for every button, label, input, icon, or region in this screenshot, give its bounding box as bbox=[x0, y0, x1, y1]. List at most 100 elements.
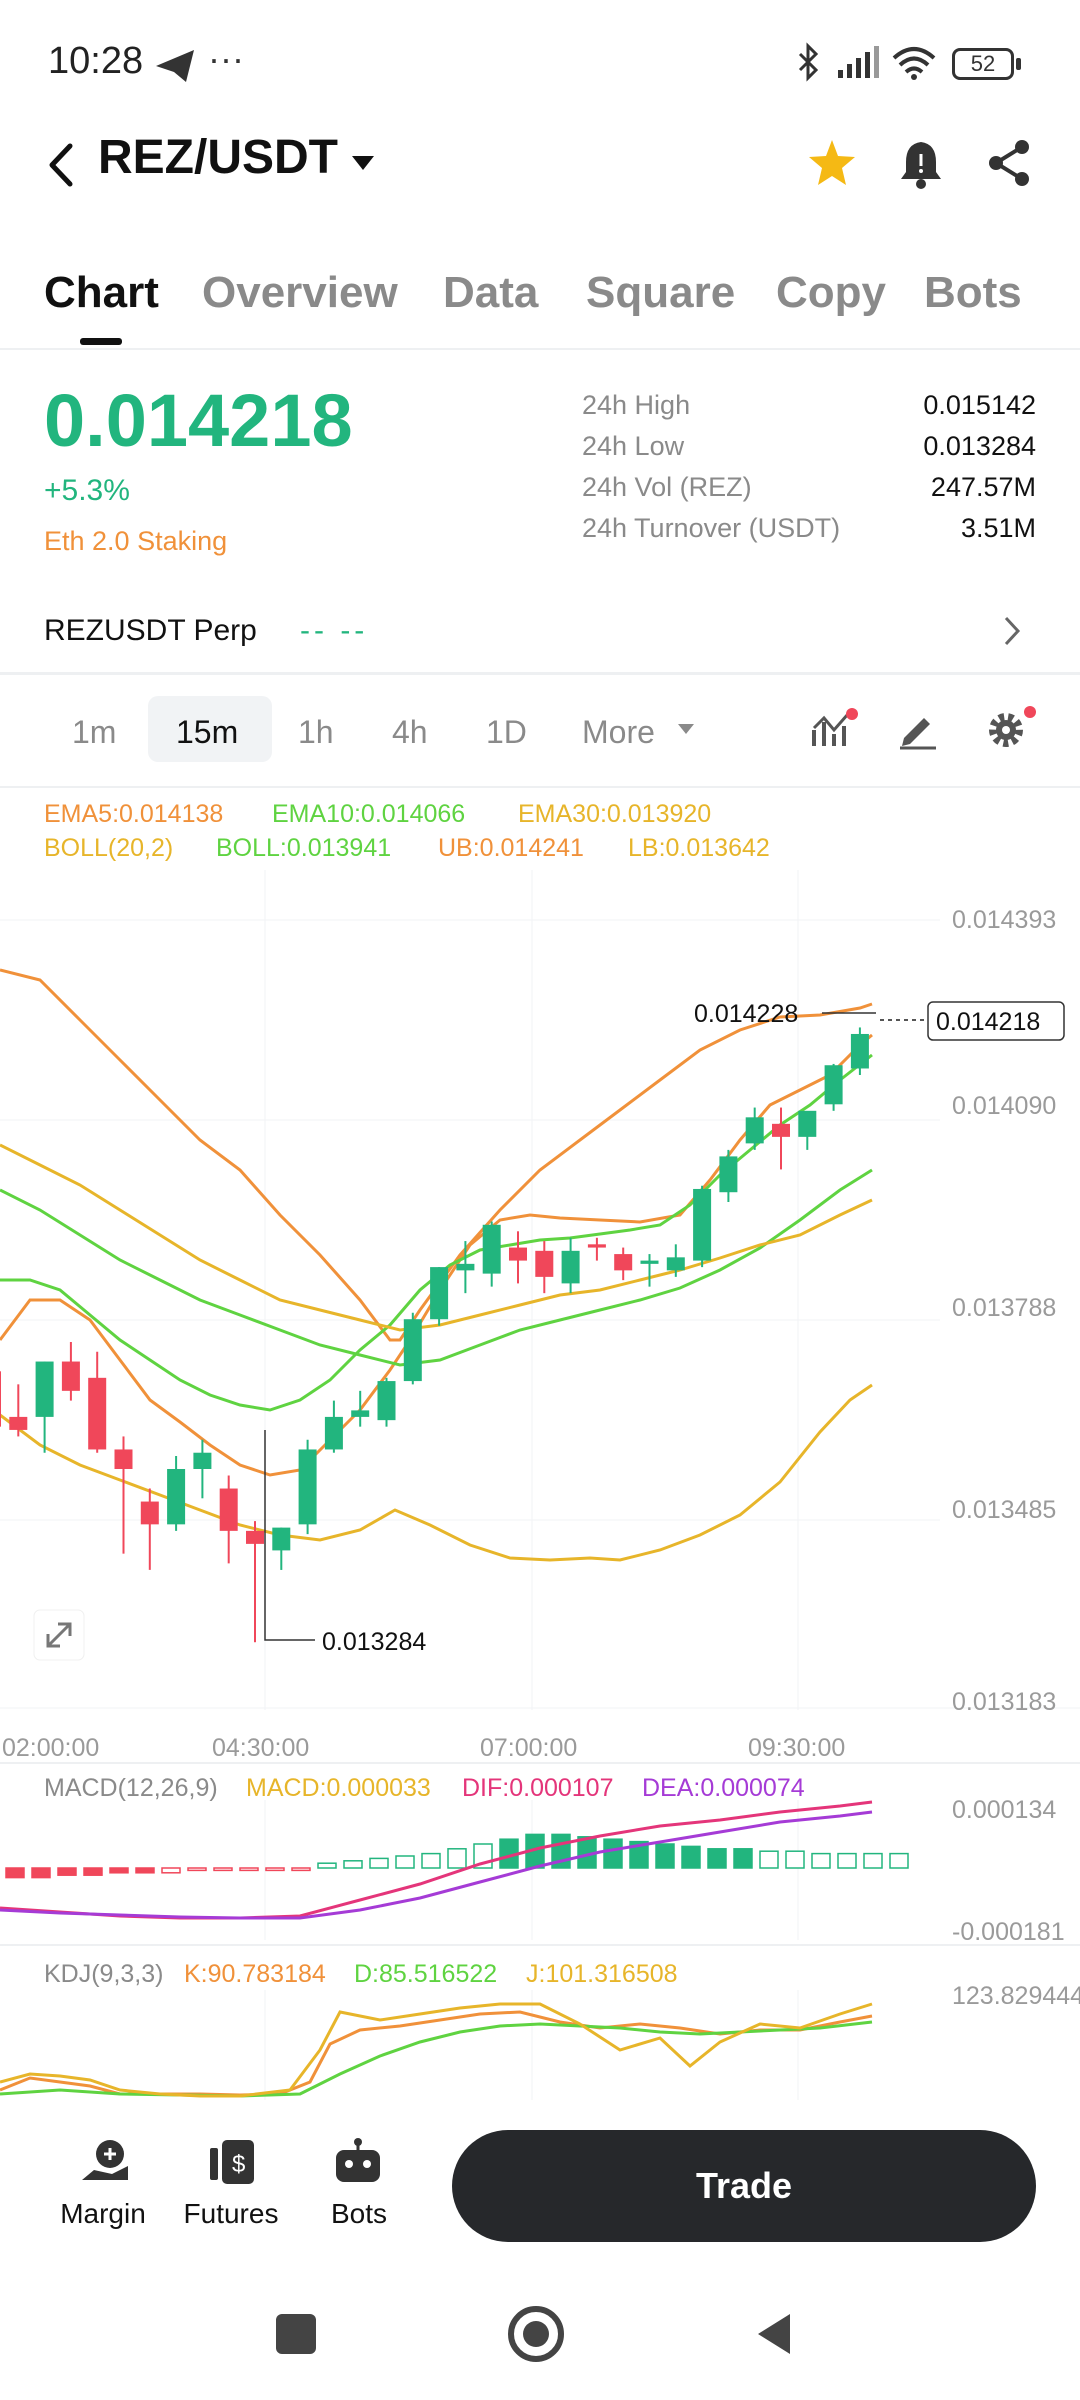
stat-label-24h-vol: 24h Vol (REZ) bbox=[582, 472, 752, 502]
boll-lower-line bbox=[0, 1383, 873, 1562]
x-tick-label: 09:30:00 bbox=[748, 1734, 846, 1762]
divider bbox=[0, 1944, 1080, 1946]
divider bbox=[0, 1762, 1080, 1764]
ema10-legend: EMA10:0.014066 bbox=[272, 800, 466, 828]
macd-histogram-bar bbox=[447, 1848, 467, 1869]
ema10-line bbox=[0, 1053, 873, 1412]
tab-chart[interactable]: Chart bbox=[44, 268, 159, 318]
divider bbox=[0, 786, 1080, 788]
trade-button[interactable]: Trade bbox=[452, 2130, 1036, 2242]
boll-params-legend: BOLL(20,2) bbox=[44, 834, 174, 862]
kdj-params-legend: KDJ(9,3,3) bbox=[44, 1960, 164, 1988]
price-alert-bell-icon[interactable] bbox=[898, 138, 944, 190]
share-icon[interactable] bbox=[986, 138, 1032, 188]
interval-1d[interactable]: 1D bbox=[486, 714, 527, 751]
tab-copy[interactable]: Copy bbox=[776, 268, 886, 318]
chevron-down-icon[interactable] bbox=[350, 154, 376, 174]
kdj-top-label: 123.829444 bbox=[952, 1982, 1080, 2010]
chart-settings-gear-icon[interactable] bbox=[984, 704, 1040, 752]
candle-up bbox=[456, 1263, 475, 1271]
macd-chart bbox=[0, 1800, 909, 1940]
interval-1h[interactable]: 1h bbox=[298, 714, 334, 751]
candle-up bbox=[561, 1250, 580, 1284]
tab-overview[interactable]: Overview bbox=[202, 268, 398, 318]
battery-icon: 52 bbox=[952, 48, 1014, 80]
back-arrow-icon[interactable] bbox=[44, 140, 78, 190]
telegram-icon bbox=[156, 50, 194, 82]
candle-up bbox=[35, 1361, 54, 1417]
interval-4h[interactable]: 4h bbox=[392, 714, 428, 751]
interval-15m[interactable]: 15m bbox=[176, 714, 238, 751]
interval-1m[interactable]: 1m bbox=[72, 714, 116, 751]
recent-apps-button[interactable] bbox=[276, 2314, 316, 2354]
svg-text:$: $ bbox=[232, 2151, 245, 2178]
macd-histogram-bar bbox=[733, 1848, 753, 1869]
drawing-pencil-icon[interactable] bbox=[898, 708, 938, 750]
futures-icon: $ bbox=[210, 2140, 254, 2184]
candle-down bbox=[88, 1377, 107, 1450]
kdj-j-legend: J:101.316508 bbox=[526, 1960, 678, 1988]
macd-bottom-label: -0.000181 bbox=[952, 1918, 1065, 1946]
status-time: 10:28 bbox=[48, 40, 144, 82]
macd-params-legend: MACD(12,26,9) bbox=[44, 1774, 218, 1802]
ema30-legend: EMA30:0.013920 bbox=[518, 800, 712, 828]
tab-bots[interactable]: Bots bbox=[924, 268, 1022, 318]
candlestick-chart[interactable]: 0.014228 0.013284 0.014218 bbox=[0, 870, 1080, 1750]
candle-up bbox=[745, 1117, 764, 1144]
candle-up bbox=[272, 1527, 291, 1551]
macd-histogram-bar bbox=[681, 1845, 701, 1869]
tab-data[interactable]: Data bbox=[443, 268, 538, 318]
more-notifications-icon: ··· bbox=[208, 38, 244, 79]
nav-futures[interactable]: $ Futures bbox=[176, 2136, 286, 2230]
macd-histogram-bar bbox=[785, 1850, 805, 1869]
candle-up bbox=[403, 1319, 422, 1382]
back-nav-button[interactable] bbox=[754, 2310, 794, 2358]
candle-down bbox=[219, 1488, 238, 1531]
candle-up bbox=[482, 1224, 501, 1274]
candle-down bbox=[535, 1250, 554, 1277]
kdj-chart bbox=[0, 1990, 873, 2100]
price-change-percent: +5.3% bbox=[44, 474, 130, 507]
tab-square[interactable]: Square bbox=[586, 268, 735, 318]
pair-title[interactable]: REZ/USDT bbox=[98, 130, 338, 185]
battery-tip bbox=[1016, 58, 1021, 70]
nav-margin[interactable]: Margin bbox=[48, 2136, 158, 2230]
candle-up bbox=[324, 1416, 343, 1450]
macd-top-label: 0.000134 bbox=[952, 1796, 1057, 1824]
interval-more[interactable]: More bbox=[582, 714, 655, 751]
candle-down bbox=[9, 1416, 28, 1430]
boll-ub-legend: UB:0.014241 bbox=[438, 834, 584, 862]
bluetooth-icon bbox=[798, 42, 819, 82]
macd-histogram-bar bbox=[239, 1867, 259, 1872]
perp-value: -- -- bbox=[300, 614, 369, 647]
nav-bots-label: Bots bbox=[330, 2198, 388, 2229]
star-favorite-icon[interactable] bbox=[806, 138, 858, 188]
candle-up bbox=[167, 1468, 186, 1525]
category-tag[interactable]: Eth 2.0 Staking bbox=[44, 526, 227, 557]
nav-bots[interactable]: Bots bbox=[304, 2136, 414, 2230]
stat-value-24h-high: 0.015142 bbox=[923, 390, 1036, 420]
macd-histogram-bar bbox=[395, 1855, 415, 1869]
indicators-icon[interactable] bbox=[810, 706, 860, 752]
macd-histogram-bar bbox=[213, 1867, 233, 1872]
candle-down bbox=[509, 1247, 527, 1261]
high-marker-label: 0.014228 bbox=[694, 1000, 798, 1028]
perp-row[interactable]: REZUSDT Perp -- -- bbox=[0, 590, 1080, 674]
ema5-line bbox=[0, 1033, 873, 1477]
macd-histogram-bar bbox=[83, 1867, 103, 1876]
macd-legend: MACD:0.000033 bbox=[246, 1774, 431, 1802]
candle-down bbox=[246, 1530, 264, 1544]
candle-up bbox=[666, 1257, 685, 1271]
home-button[interactable] bbox=[506, 2304, 566, 2364]
nav-futures-label: Futures bbox=[183, 2198, 279, 2229]
stat-value-24h-low: 0.013284 bbox=[923, 431, 1036, 461]
candle-up bbox=[430, 1267, 449, 1320]
candle-down bbox=[614, 1254, 633, 1271]
macd-histogram-bar bbox=[317, 1862, 337, 1869]
chart-grid bbox=[0, 870, 1080, 1710]
y-tick-label: 0.013788 bbox=[952, 1294, 1057, 1322]
y-tick-label: 0.014393 bbox=[952, 906, 1057, 934]
y-tick-label: 0.014090 bbox=[952, 1092, 1057, 1120]
macd-histogram-bar bbox=[265, 1867, 285, 1872]
wifi-icon bbox=[892, 47, 936, 80]
